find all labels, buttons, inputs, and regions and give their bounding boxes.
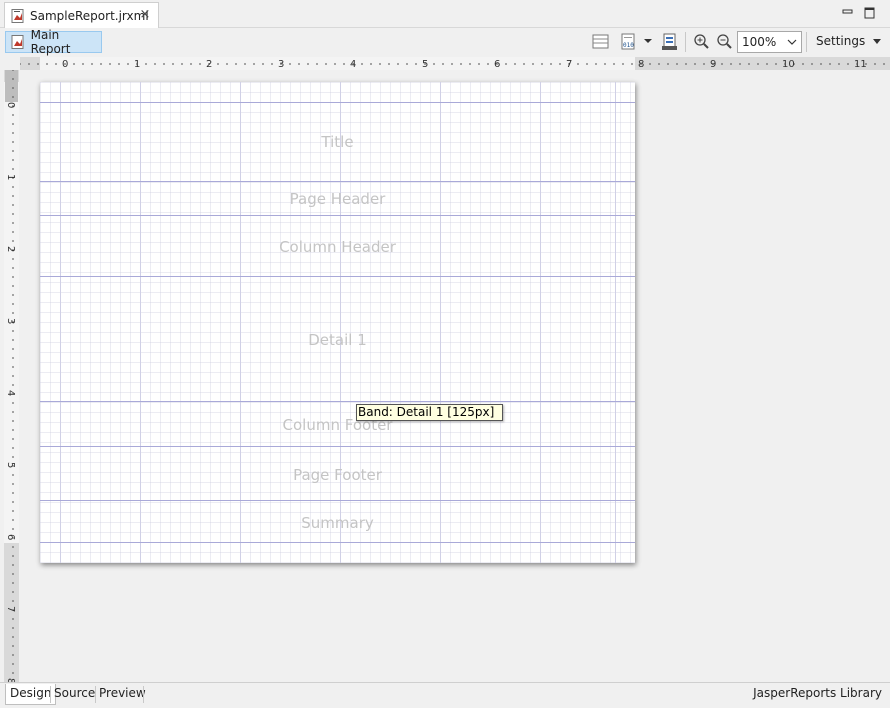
minimize-icon[interactable] (841, 6, 855, 20)
band-page-header[interactable]: Page Header (40, 190, 635, 208)
ruler-label: 0 (62, 59, 68, 70)
tab-design[interactable]: Design (5, 684, 57, 705)
editor-bottom-tabs: Design Source Preview JasperReports Libr… (0, 682, 890, 708)
ruler-label: 9 (710, 59, 716, 70)
bottom-margin-line (40, 542, 635, 543)
ruler-label: 4 (5, 390, 16, 396)
ruler-label: 4 (350, 59, 356, 70)
ruler-label: 0 (5, 102, 16, 108)
dataset-icon[interactable]: 010 (620, 33, 638, 51)
band-page-footer[interactable]: Page Footer (40, 466, 635, 484)
ruler-label: 11 (854, 59, 867, 70)
settings-dropdown-icon[interactable] (872, 38, 882, 46)
band-title[interactable]: Title (40, 133, 635, 151)
report-page[interactable]: Title Page Header Column Header Detail 1… (40, 82, 635, 563)
maximize-icon[interactable] (863, 6, 877, 20)
toolbar-separator (806, 32, 807, 52)
ruler-label: 7 (566, 59, 572, 70)
file-tab[interactable]: SampleReport.jrxml × (4, 2, 159, 28)
zoom-out-icon[interactable] (716, 33, 734, 51)
grid-guide (340, 82, 341, 563)
design-toolbar: Main Report 010 100% Settings (0, 28, 890, 56)
tab-source[interactable]: Source (50, 684, 99, 705)
left-margin-guide (60, 82, 61, 563)
grid-guide (140, 82, 141, 563)
band-separator[interactable] (40, 215, 635, 216)
design-canvas[interactable]: Title Page Header Column Header Detail 1… (19, 70, 890, 682)
grid-guide (240, 82, 241, 563)
close-tab-button[interactable]: × (138, 8, 152, 22)
band-separator[interactable] (40, 401, 635, 402)
ruler-label: 3 (278, 59, 284, 70)
band-separator[interactable] (40, 446, 635, 447)
tab-preview[interactable]: Preview (95, 684, 150, 705)
jasper-report-editor: SampleReport.jrxml × Main Report 010 100… (0, 0, 890, 708)
file-tab-label: SampleReport.jrxml (30, 8, 149, 23)
ruler-label: 10 (782, 59, 795, 70)
report-file-icon (11, 8, 24, 23)
ruler-label: 7 (5, 606, 16, 612)
ruler-label: 1 (5, 174, 16, 180)
band-tooltip: Band: Detail 1 [125px] (356, 404, 503, 421)
ruler-label: 3 (5, 318, 16, 324)
settings-button[interactable]: Settings (816, 34, 865, 48)
report-icon (11, 35, 24, 49)
ruler-label: 1 (134, 59, 140, 70)
zoom-value: 100% (742, 35, 777, 49)
ruler-page-strip (40, 57, 635, 70)
main-report-button[interactable]: Main Report (5, 28, 102, 56)
top-margin-line (40, 102, 635, 103)
ruler-label: 2 (5, 246, 16, 252)
ruler-label: 2 (206, 59, 212, 70)
ruler-label: 6 (5, 534, 16, 540)
zoom-in-icon[interactable] (693, 33, 711, 51)
bands-icon[interactable] (592, 33, 610, 51)
chevron-down-icon (787, 39, 797, 45)
grid-guide (540, 82, 541, 563)
horizontal-ruler[interactable]: 0 1 2 3 4 5 6 7 8 9 10 11 (20, 57, 890, 70)
ruler-scroll-thumb[interactable] (5, 70, 18, 102)
ruler-page-strip (4, 82, 19, 543)
svg-text:010: 010 (623, 42, 634, 49)
tab-separator (143, 686, 144, 703)
vertical-ruler[interactable]: 012345678 (4, 70, 19, 682)
ruler-label: 5 (422, 59, 428, 70)
band-separator[interactable] (40, 276, 635, 277)
band-summary[interactable]: Summary (40, 514, 635, 532)
band-column-footer[interactable]: Column Footer (40, 416, 635, 434)
editor-tab-bar: SampleReport.jrxml × (0, 0, 890, 28)
zoom-combo[interactable]: 100% (737, 31, 802, 53)
band-separator[interactable] (40, 181, 635, 182)
band-column-header[interactable]: Column Header (40, 238, 635, 256)
band-separator[interactable] (40, 500, 635, 501)
ruler-corner (4, 57, 20, 70)
ruler-label: 6 (494, 59, 500, 70)
main-report-label: Main Report (30, 28, 71, 56)
library-label: JasperReports Library (753, 686, 882, 700)
ruler-label: 5 (5, 462, 16, 468)
report-export-icon[interactable] (661, 33, 679, 51)
dropdown-caret-icon[interactable] (643, 33, 653, 51)
toolbar-separator (685, 32, 686, 52)
ruler-label: 8 (638, 59, 644, 70)
band-detail-1[interactable]: Detail 1 (40, 331, 635, 349)
grid-guide (440, 82, 441, 563)
right-margin-guide (615, 82, 616, 563)
